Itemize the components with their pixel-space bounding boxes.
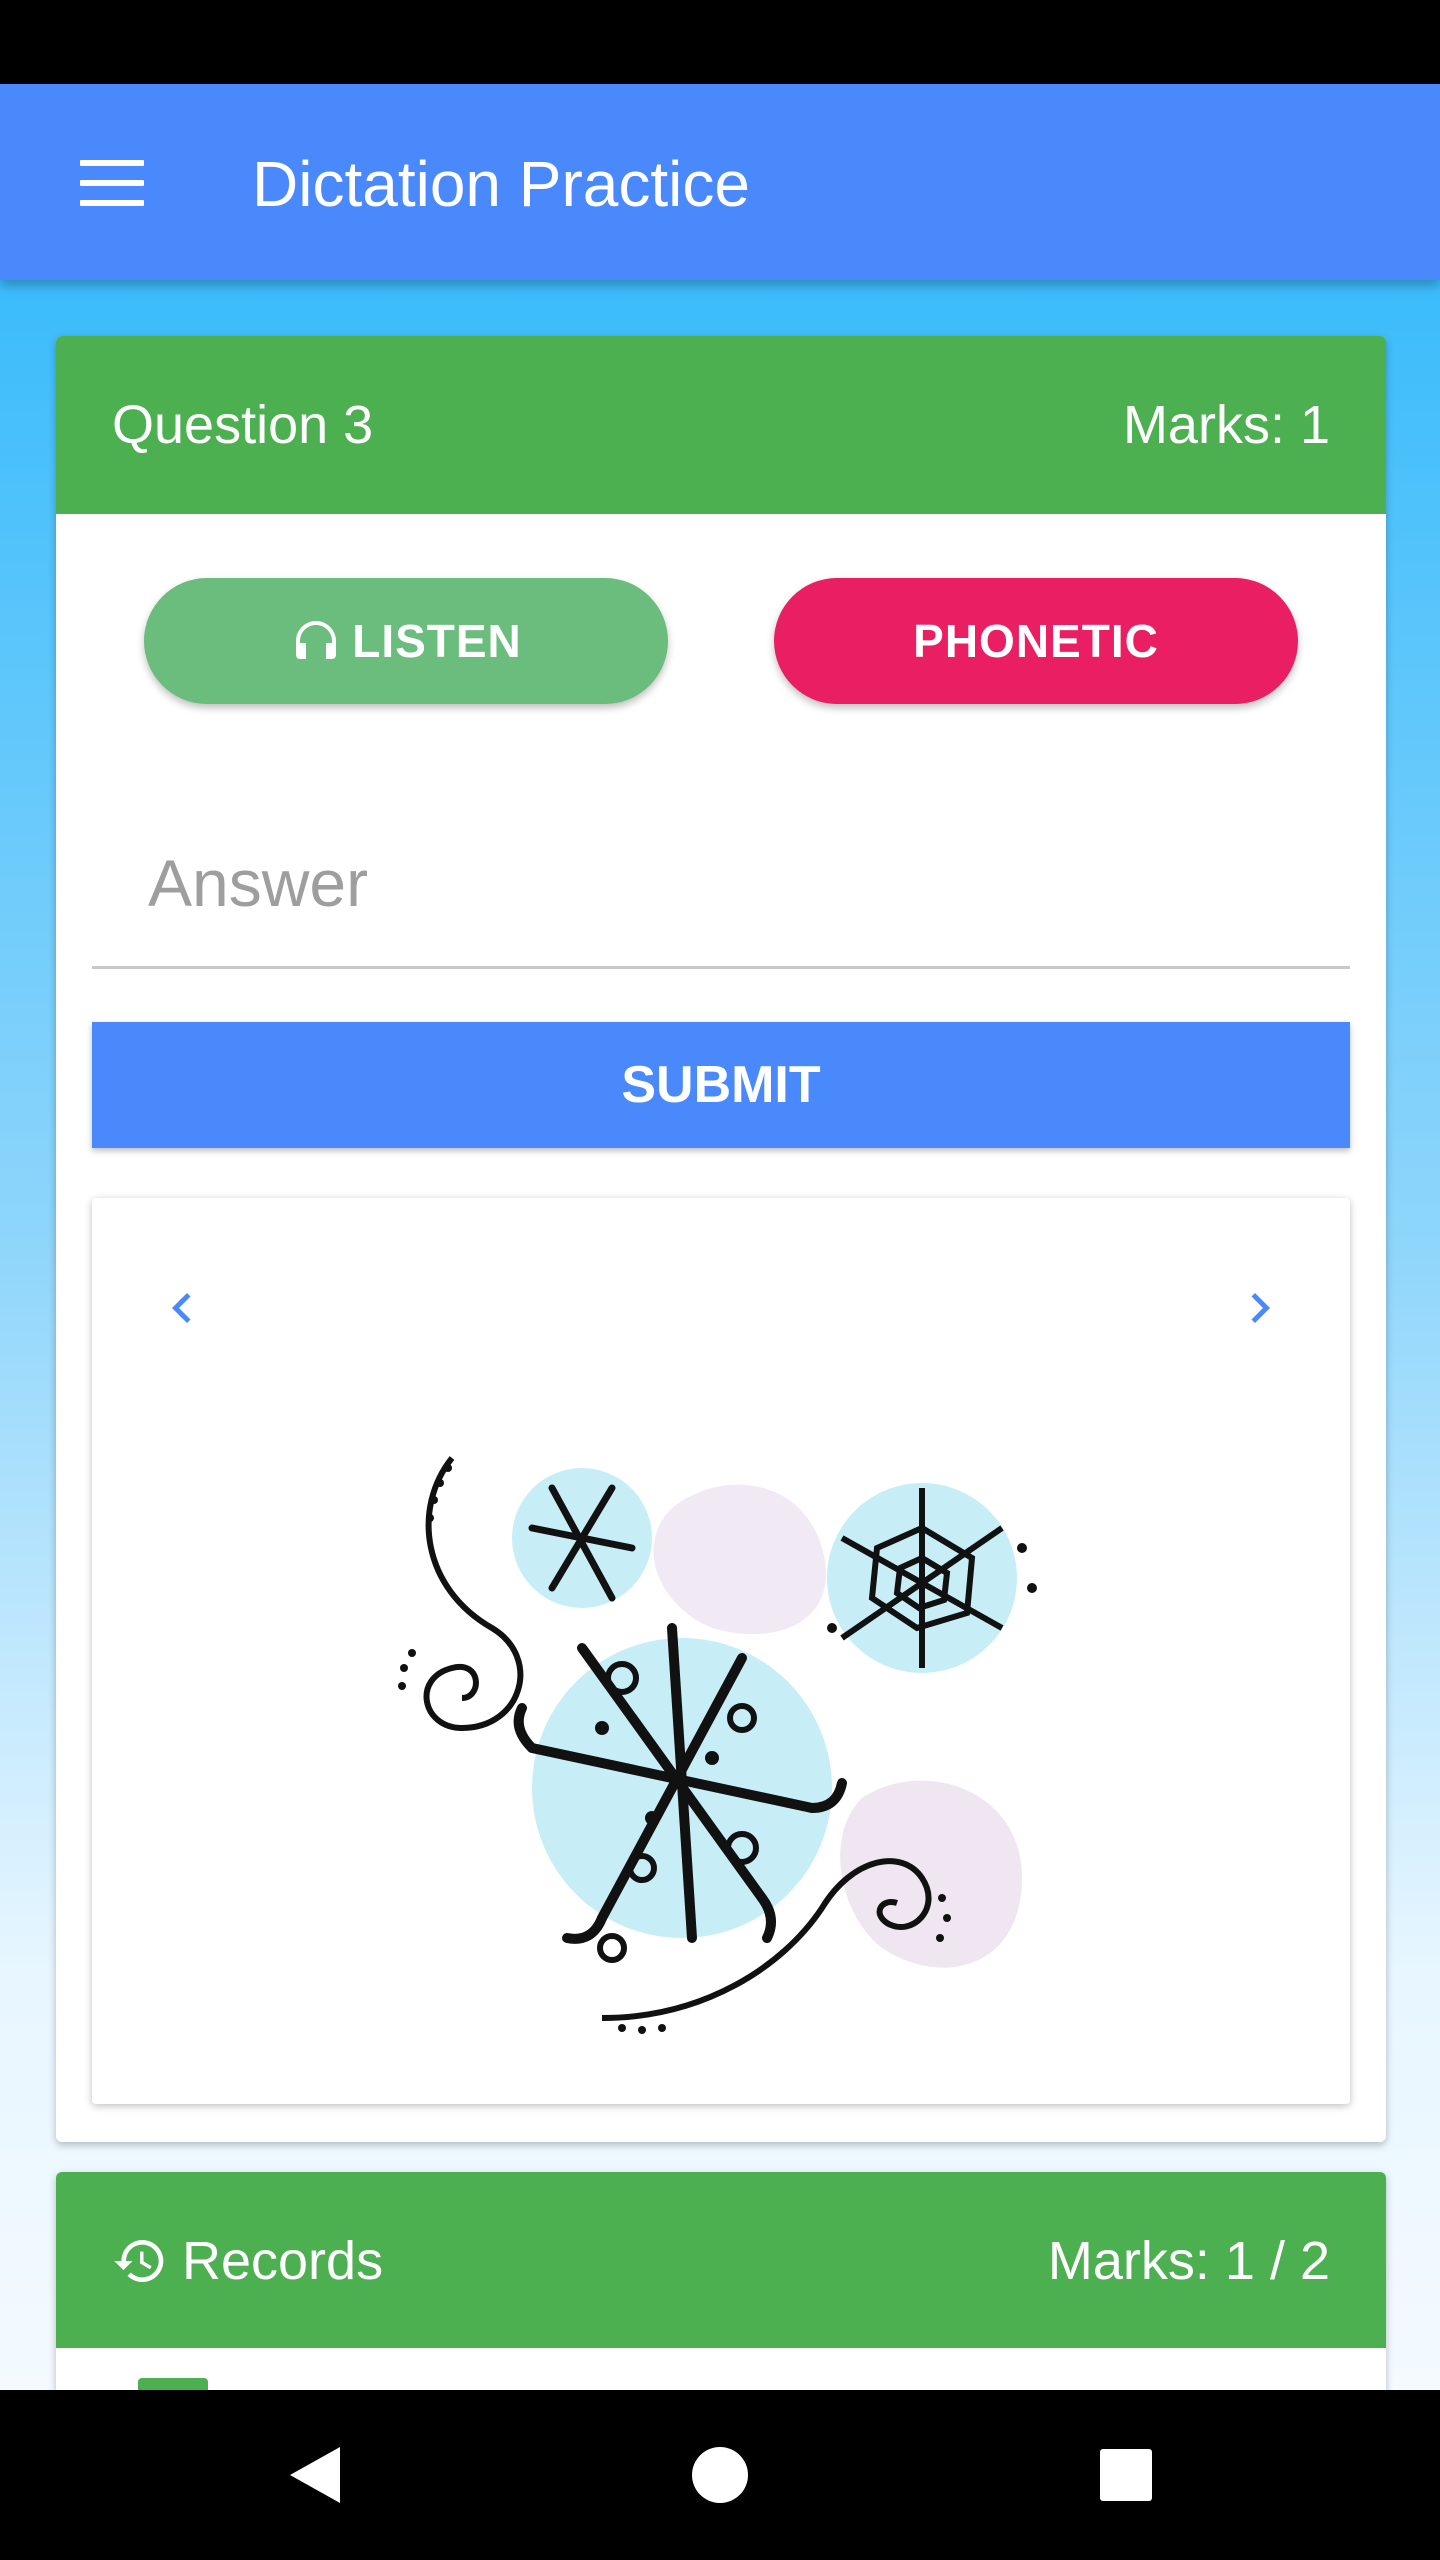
app-title: Dictation Practice <box>252 148 750 220</box>
submit-button[interactable]: SUBMIT <box>92 1022 1350 1148</box>
record-item-indicator <box>138 2378 208 2390</box>
back-triangle-icon[interactable] <box>236 2390 396 2560</box>
status-bar <box>0 0 1440 84</box>
chevron-left-icon[interactable] <box>152 1278 212 1338</box>
records-header[interactable]: Records Marks: 1 / 2 <box>56 2172 1386 2348</box>
chevron-right-icon[interactable] <box>1230 1278 1290 1338</box>
answer-field[interactable] <box>92 796 1350 969</box>
records-marks: Marks: 1 / 2 <box>1047 2231 1330 2291</box>
home-circle-icon[interactable] <box>640 2390 800 2560</box>
records-title: Records <box>182 2231 384 2291</box>
app-bar: Dictation Practice <box>0 84 1440 280</box>
system-navigation-bar <box>0 2390 1440 2560</box>
phonetic-button[interactable]: PHONETIC <box>774 578 1298 704</box>
question-marks: Marks: 1 <box>1122 395 1330 455</box>
phonetic-label: PHONETIC <box>913 615 1159 667</box>
snowflakes-illustration <box>398 1456 1037 2034</box>
listen-label: LISTEN <box>352 615 522 667</box>
question-card: Question 3 Marks: 1 LISTEN PHONETIC SUBM… <box>56 336 1386 2142</box>
records-title-group: Records <box>112 2228 383 2294</box>
records-card: Records Marks: 1 / 2 <box>56 2172 1386 2390</box>
image-carousel <box>92 1198 1350 2104</box>
listen-button[interactable]: LISTEN <box>144 578 668 704</box>
answer-input[interactable] <box>148 838 1298 928</box>
content-area: Question 3 Marks: 1 LISTEN PHONETIC SUBM… <box>0 280 1440 2390</box>
question-card-header: Question 3 Marks: 1 <box>56 336 1386 514</box>
history-icon <box>114 2240 164 2282</box>
question-title: Question 3 <box>112 395 374 455</box>
headphones-icon <box>296 621 337 659</box>
hamburger-menu-icon[interactable] <box>80 160 144 206</box>
recents-square-icon[interactable] <box>1046 2390 1206 2560</box>
